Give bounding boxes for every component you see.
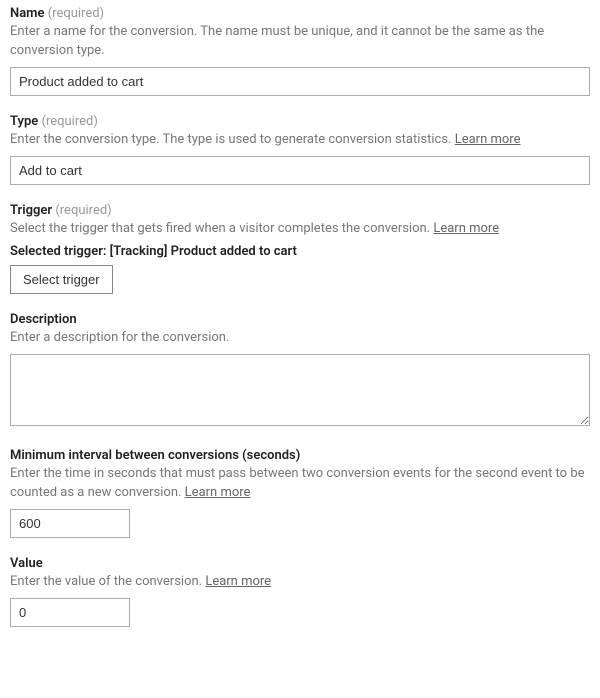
field-group-trigger: Trigger (required) Select the trigger th… <box>10 203 590 295</box>
select-trigger-button[interactable]: Select trigger <box>10 265 113 294</box>
interval-help-text: Enter the time in seconds that must pass… <box>10 466 585 500</box>
field-group-name: Name (required) Enter a name for the con… <box>10 6 590 96</box>
name-label-line: Name (required) <box>10 6 590 21</box>
type-input[interactable] <box>10 156 590 185</box>
conversion-form: Name (required) Enter a name for the con… <box>0 0 600 655</box>
trigger-label-line: Trigger (required) <box>10 203 590 218</box>
field-group-description: Description Enter a description for the … <box>10 312 590 430</box>
type-required: (required) <box>42 114 98 129</box>
trigger-learn-more-link[interactable]: Learn more <box>433 221 499 236</box>
name-help: Enter a name for the conversion. The nam… <box>10 23 590 61</box>
type-learn-more-link[interactable]: Learn more <box>455 132 521 147</box>
description-label: Description <box>10 312 77 327</box>
type-label-line: Type (required) <box>10 114 590 129</box>
selected-trigger-line: Selected trigger: [Tracking] Product add… <box>10 244 590 259</box>
selected-trigger-name: [Tracking] Product added to cart <box>110 244 297 259</box>
description-help: Enter a description for the conversion. <box>10 329 590 348</box>
value-learn-more-link[interactable]: Learn more <box>205 574 271 589</box>
type-label: Type <box>10 114 38 129</box>
field-group-type: Type (required) Enter the conversion typ… <box>10 114 590 185</box>
interval-input[interactable] <box>10 509 130 538</box>
value-help-text: Enter the value of the conversion. <box>10 574 205 589</box>
description-input[interactable] <box>10 354 590 426</box>
field-group-value: Value Enter the value of the conversion.… <box>10 556 590 627</box>
value-label: Value <box>10 556 43 571</box>
trigger-required: (required) <box>55 203 111 218</box>
trigger-help-text: Select the trigger that gets fired when … <box>10 221 433 236</box>
trigger-help: Select the trigger that gets fired when … <box>10 220 590 239</box>
value-input[interactable] <box>10 598 130 627</box>
description-label-line: Description <box>10 312 590 327</box>
value-label-line: Value <box>10 556 590 571</box>
type-help-text: Enter the conversion type. The type is u… <box>10 132 455 147</box>
name-required: (required) <box>48 6 104 21</box>
interval-label: Minimum interval between conversions (se… <box>10 448 300 463</box>
interval-learn-more-link[interactable]: Learn more <box>185 485 251 500</box>
name-input[interactable] <box>10 67 590 96</box>
value-help: Enter the value of the conversion. Learn… <box>10 573 590 592</box>
type-help: Enter the conversion type. The type is u… <box>10 131 590 150</box>
field-group-interval: Minimum interval between conversions (se… <box>10 448 590 538</box>
selected-trigger-prefix: Selected trigger: <box>10 244 110 259</box>
interval-label-line: Minimum interval between conversions (se… <box>10 448 590 463</box>
name-label: Name <box>10 6 44 21</box>
trigger-label: Trigger <box>10 203 52 218</box>
interval-help: Enter the time in seconds that must pass… <box>10 465 590 503</box>
